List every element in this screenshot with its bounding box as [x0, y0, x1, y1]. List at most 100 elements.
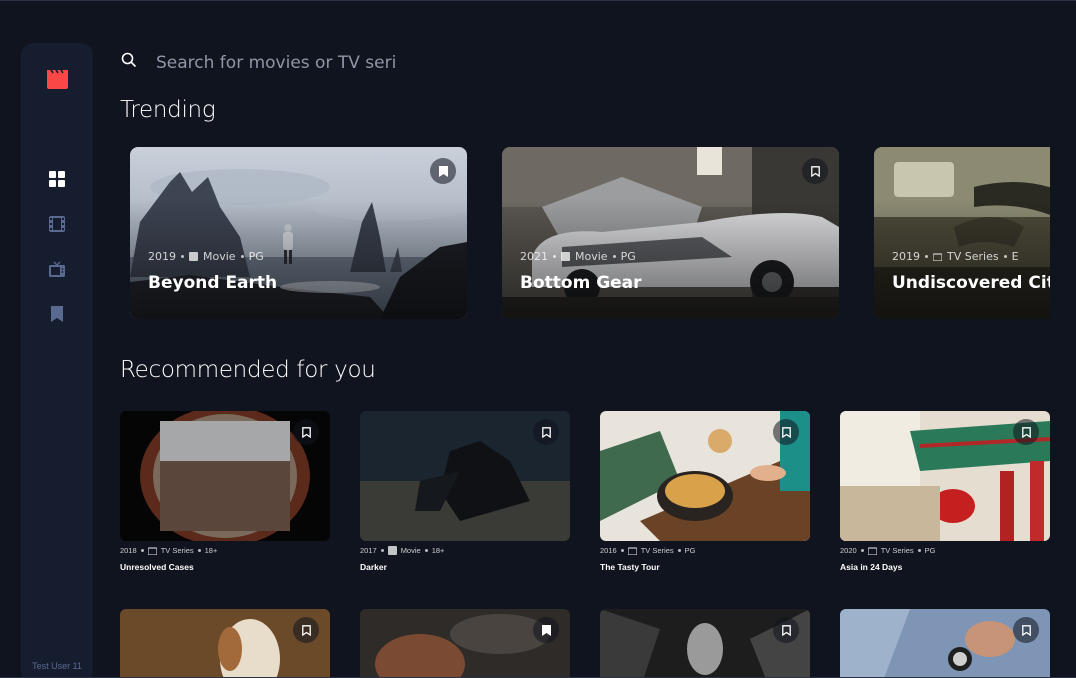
media-meta: 2016 TV Series PG — [600, 546, 810, 555]
separator-dot — [240, 255, 244, 258]
bookmark-filled-icon — [438, 165, 448, 177]
media-meta: 2017 Movie 18+ — [360, 546, 570, 555]
separator-dot — [197, 549, 201, 552]
media-rating: 18+ — [204, 546, 218, 555]
sidebar-item-home[interactable] — [49, 171, 65, 187]
logo-icon[interactable] — [45, 69, 70, 89]
media-title: Unresolved Cases — [120, 562, 194, 572]
media-category: TV Series — [947, 250, 999, 263]
film-icon — [561, 252, 570, 261]
media-category: Movie — [203, 250, 236, 263]
sidebar-item-movies[interactable] — [49, 216, 65, 232]
recommended-thumbnail — [600, 609, 810, 678]
separator-dot — [140, 549, 144, 552]
search-icon — [121, 52, 136, 67]
recommended-card[interactable]: 2016 TV Series PG The Tasty Tour — [600, 411, 810, 572]
trending-carousel[interactable]: 2019 Movie PG Beyond Earth 2021 Movie PG… — [130, 147, 1050, 319]
media-year: 2021 — [520, 250, 548, 263]
film-icon — [189, 252, 198, 261]
media-rating: PG — [620, 250, 636, 263]
media-meta: 2018 TV Series 18+ — [120, 546, 330, 555]
bookmark-outline-icon — [541, 426, 551, 438]
media-year: 2019 — [148, 250, 176, 263]
trending-card[interactable]: 2019 TV Series E Undiscovered Cities — [874, 147, 1050, 319]
separator-dot — [925, 255, 928, 258]
trending-card[interactable]: 2019 Movie PG Beyond Earth — [130, 147, 467, 319]
media-year: 2020 — [840, 546, 857, 555]
separator-dot — [181, 255, 184, 258]
separator-dot — [620, 549, 624, 552]
bookmark-outline-icon — [810, 165, 820, 177]
recommended-thumbnail — [360, 411, 570, 541]
media-year: 2019 — [892, 250, 920, 263]
recommended-card[interactable] — [600, 609, 810, 678]
bookmark-outline-icon — [301, 624, 311, 636]
recommended-card[interactable]: 2018 TV Series 18+ Unresolved Cases — [120, 411, 330, 572]
user-label: Test User 11 — [32, 661, 82, 671]
bookmark-filled-icon — [541, 624, 551, 636]
bookmark-button[interactable] — [1013, 617, 1039, 643]
media-meta: 2019 TV Series E — [892, 250, 1019, 263]
media-category: Movie — [575, 250, 608, 263]
media-category: TV Series — [880, 546, 914, 555]
film-icon — [387, 546, 397, 555]
bookmark-button[interactable] — [430, 158, 456, 184]
media-category: Movie — [400, 546, 421, 555]
bookmark-button[interactable] — [773, 617, 799, 643]
bookmark-button[interactable] — [1013, 419, 1039, 445]
separator-dot — [677, 549, 681, 552]
bookmark-button[interactable] — [533, 617, 559, 643]
media-meta: 2021 Movie PG — [520, 250, 636, 263]
media-year: 2018 — [120, 546, 137, 555]
media-rating: 18+ — [431, 546, 445, 555]
sidebar: Test User 11 — [21, 43, 93, 678]
sidebar-item-tv-series[interactable] — [49, 261, 65, 277]
separator-dot — [612, 255, 616, 258]
bookmark-outline-icon — [781, 426, 791, 438]
recommended-thumbnail — [600, 411, 810, 541]
search-input[interactable] — [156, 49, 396, 77]
recommended-card[interactable] — [840, 609, 1050, 678]
separator-dot — [553, 255, 556, 258]
separator-dot — [860, 549, 864, 552]
media-meta: 2019 Movie PG — [148, 250, 264, 263]
recommended-card[interactable]: 2020 TV Series PG Asia in 24 Days — [840, 411, 1050, 572]
separator-dot — [380, 549, 384, 552]
bookmark-button[interactable] — [533, 419, 559, 445]
media-year: 2017 — [360, 546, 377, 555]
bookmark-button[interactable] — [293, 617, 319, 643]
media-title: The Tasty Tour — [600, 562, 660, 572]
tv-icon — [933, 253, 942, 261]
separator-dot — [1003, 255, 1007, 258]
separator-dot — [424, 549, 428, 552]
trending-card[interactable]: 2021 Movie PG Bottom Gear — [502, 147, 839, 319]
bookmark-outline-icon — [781, 624, 791, 636]
recommended-card[interactable]: 2017 Movie 18+ Darker — [360, 411, 570, 572]
media-rating: E — [1011, 250, 1019, 263]
media-title: Asia in 24 Days — [840, 562, 903, 572]
media-rating: PG — [248, 250, 264, 263]
media-title: Beyond Earth — [148, 273, 278, 293]
media-rating: PG — [684, 546, 696, 555]
recommended-card[interactable] — [360, 609, 570, 678]
recommended-card[interactable] — [120, 609, 330, 678]
trending-heading: Trending — [120, 97, 216, 123]
bookmark-button[interactable] — [293, 419, 319, 445]
recommended-heading: Recommended for you — [120, 357, 376, 383]
media-category: TV Series — [640, 546, 674, 555]
bookmark-outline-icon — [301, 426, 311, 438]
tv-icon — [627, 547, 637, 555]
media-title: Undiscovered Cities — [892, 273, 1050, 293]
bookmark-button[interactable] — [773, 419, 799, 445]
media-title: Darker — [360, 562, 387, 572]
separator-dot — [917, 549, 921, 552]
media-title: Bottom Gear — [520, 273, 642, 293]
recommended-thumbnail — [120, 609, 330, 678]
media-meta: 2020 TV Series PG — [840, 546, 1050, 555]
bookmark-button[interactable] — [802, 158, 828, 184]
bookmark-outline-icon — [1021, 624, 1031, 636]
sidebar-item-bookmarks[interactable] — [49, 306, 65, 322]
recommended-thumbnail — [360, 609, 570, 678]
recommended-thumbnail — [840, 609, 1050, 678]
tv-icon — [147, 547, 157, 555]
